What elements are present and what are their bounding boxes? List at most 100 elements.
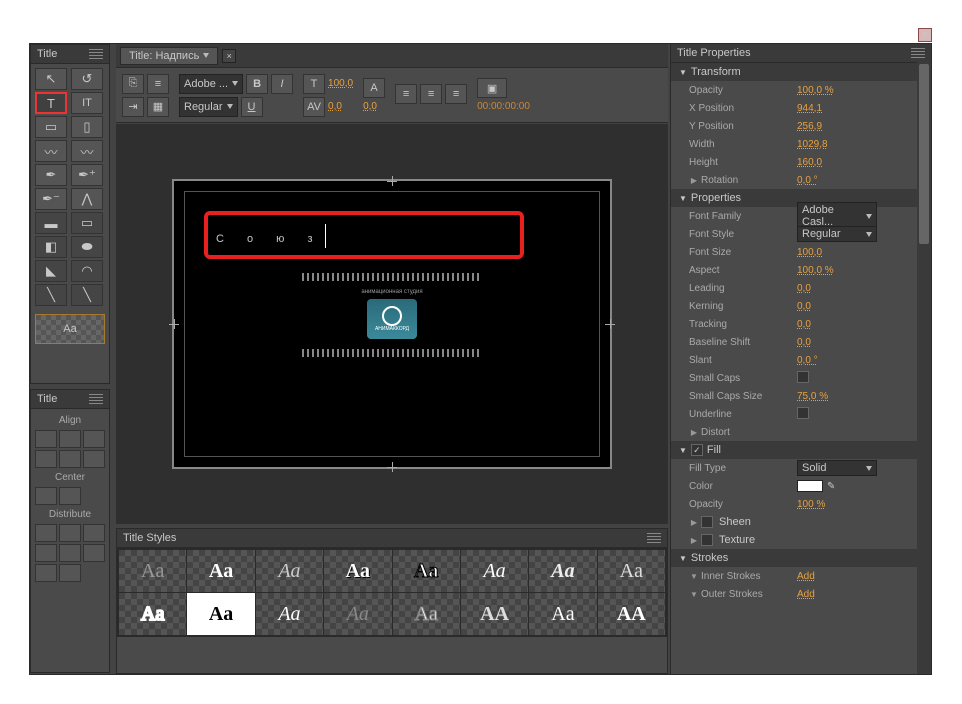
style-swatch[interactable]: Aa <box>529 550 596 592</box>
leading-value[interactable]: 0,0 <box>797 283 931 294</box>
bold-button[interactable]: B <box>246 74 268 94</box>
texture-checkbox[interactable] <box>701 534 713 546</box>
show-video-button[interactable]: ▣ <box>477 78 507 98</box>
slant-value[interactable]: 0,0 ° <box>797 355 931 366</box>
selection-tool[interactable]: ↖ <box>35 68 67 90</box>
style-swatch[interactable]: Aa <box>461 550 528 592</box>
props-panel-tab[interactable]: Title Properties <box>671 44 931 63</box>
leading-value[interactable]: 0,0 <box>363 101 377 112</box>
type-tool[interactable]: T <box>35 92 67 114</box>
style-swatch[interactable]: Aa <box>119 593 186 635</box>
add-anchor-tool[interactable]: ✒⁺ <box>71 164 103 186</box>
style-swatch[interactable]: Aa <box>324 593 391 635</box>
dist-h-even[interactable] <box>35 564 57 582</box>
style-swatch[interactable]: Aa <box>256 593 323 635</box>
align-bottom[interactable] <box>83 450 105 468</box>
kerning-value[interactable]: 0,0 <box>328 101 342 112</box>
color-swatch[interactable] <box>797 480 823 492</box>
twist-down-icon[interactable]: ▼ <box>689 572 699 581</box>
rectangle-tool[interactable]: ▬ <box>35 212 67 234</box>
dist-v-even[interactable] <box>59 564 81 582</box>
tt-templates-icon[interactable]: ⎘ <box>122 74 144 94</box>
vertical-type-tool[interactable]: IT <box>71 92 103 114</box>
font-size-value[interactable]: 100,0 <box>328 78 353 89</box>
style-swatch[interactable]: Aa <box>187 593 254 635</box>
font-size-value[interactable]: 100,0 <box>797 247 931 258</box>
convert-anchor-tool[interactable]: ⋀ <box>71 188 103 210</box>
scrollbar[interactable] <box>917 62 931 674</box>
underline-button[interactable]: U <box>241 97 263 117</box>
style-swatch[interactable]: Aa <box>256 550 323 592</box>
vertical-path-type-tool[interactable]: 〰 <box>71 140 103 162</box>
delete-anchor-tool[interactable]: ✒⁻ <box>35 188 67 210</box>
rotate-tool[interactable]: ↺ <box>71 68 103 90</box>
rounded-rect-tool[interactable]: ▭ <box>71 212 103 234</box>
align-center-button[interactable]: ≡ <box>420 84 442 104</box>
style-swatch[interactable]: Aa <box>598 550 665 592</box>
line-tool-alt[interactable]: ╲ <box>71 284 103 306</box>
inner-strokes-add[interactable]: Add <box>797 571 931 582</box>
style-swatch[interactable]: Aa <box>187 550 254 592</box>
panel-menu-icon[interactable] <box>89 49 103 59</box>
style-swatch[interactable]: Aa <box>119 550 186 592</box>
font-style-select[interactable]: Regular <box>179 97 238 117</box>
canvas-area[interactable]: С о ю з анимационная студия АНИМАККОРД <box>116 124 668 524</box>
fill-opacity-value[interactable]: 100 % <box>797 499 931 510</box>
align-top[interactable] <box>35 450 57 468</box>
style-swatch[interactable]: Aa <box>529 593 596 635</box>
path-type-tool[interactable]: 〰 <box>35 140 67 162</box>
underline-checkbox[interactable] <box>797 407 809 419</box>
dist-h-left[interactable] <box>35 524 57 542</box>
close-tab-button[interactable]: × <box>222 49 236 63</box>
timecode-display[interactable]: 00:00:00:00 <box>477 101 530 112</box>
style-swatch[interactable]: AA <box>461 593 528 635</box>
tools-panel-tab[interactable]: Title <box>31 45 109 64</box>
italic-button[interactable]: I <box>271 74 293 94</box>
smallcapssize-value[interactable]: 75,0 % <box>797 391 931 402</box>
tt-tab-icon[interactable]: ⇥ <box>122 97 144 117</box>
title-text-box[interactable]: С о ю з <box>204 211 524 259</box>
panel-menu-icon[interactable] <box>89 394 103 404</box>
font-style-select[interactable]: Regular <box>797 226 877 242</box>
panel-menu-icon[interactable] <box>911 48 925 58</box>
opacity-value[interactable]: 100,0 % <box>797 85 931 96</box>
scrollbar-thumb[interactable] <box>919 64 929 244</box>
smallcaps-checkbox[interactable] <box>797 371 809 383</box>
style-swatch[interactable]: Aa <box>393 593 460 635</box>
align-right[interactable] <box>83 430 105 448</box>
clipped-rect-tool[interactable]: ◧ <box>35 236 67 258</box>
window-close-button[interactable]: × <box>918 28 932 42</box>
align-left-button[interactable]: ≡ <box>395 84 417 104</box>
document-tab[interactable]: Title: Надпись <box>120 47 218 65</box>
eyedropper-icon[interactable]: ✎ <box>827 481 835 492</box>
twist-right-icon[interactable]: ▶ <box>689 536 699 545</box>
dist-h-center[interactable] <box>59 524 81 542</box>
twist-right-icon[interactable]: ▶ <box>689 518 699 527</box>
vertical-area-type-tool[interactable]: ▯ <box>71 116 103 138</box>
outer-strokes-add[interactable]: Add <box>797 589 931 600</box>
align-left[interactable] <box>35 430 57 448</box>
baseline-value[interactable]: 0,0 <box>797 337 931 348</box>
ellipse-tool[interactable]: ⬬ <box>71 236 103 258</box>
align-panel-tab[interactable]: Title <box>31 390 109 409</box>
transform-section-header[interactable]: ▼Transform <box>671 63 931 81</box>
arc-tool[interactable]: ◠ <box>71 260 103 282</box>
center-v[interactable] <box>59 487 81 505</box>
dist-h-right[interactable] <box>83 524 105 542</box>
panel-menu-icon[interactable] <box>647 533 661 543</box>
center-h[interactable] <box>35 487 57 505</box>
area-type-tool[interactable]: ▭ <box>35 116 67 138</box>
style-swatch[interactable]: Aa <box>393 550 460 592</box>
twist-right-icon[interactable]: ▶ <box>689 428 699 437</box>
twist-down-icon[interactable]: ▼ <box>689 590 699 599</box>
align-hcenter[interactable] <box>59 430 81 448</box>
tracking-value[interactable]: 0,0 <box>797 319 931 330</box>
tt-video-bg-icon[interactable]: ▦ <box>147 97 169 117</box>
styles-panel-tab[interactable]: Title Styles <box>117 529 667 548</box>
strokes-section-header[interactable]: ▼Strokes <box>671 549 931 567</box>
rotation-value[interactable]: 0,0 ° <box>797 175 931 186</box>
align-vcenter[interactable] <box>59 450 81 468</box>
ypos-value[interactable]: 256,9 <box>797 121 931 132</box>
twist-right-icon[interactable]: ▶ <box>689 176 699 185</box>
dist-v-top[interactable] <box>35 544 57 562</box>
